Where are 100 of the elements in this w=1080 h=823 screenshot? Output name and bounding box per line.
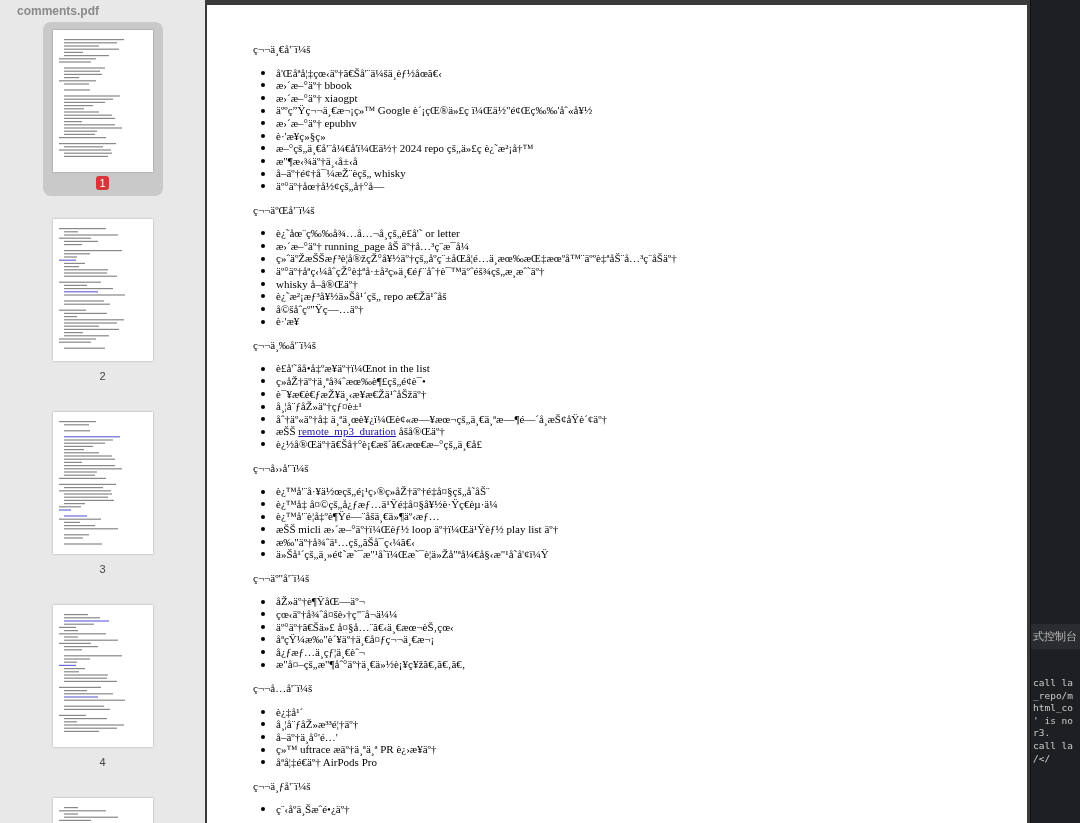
bullet-icon <box>261 171 265 176</box>
bullet-icon <box>261 552 265 557</box>
bullet-icon <box>261 307 265 311</box>
bullet-icon <box>261 256 265 261</box>
list-item: æ›´æ–°äº† bbook <box>276 79 352 92</box>
bullet-icon <box>261 599 265 604</box>
bullet-icon <box>261 121 265 126</box>
console-line: _repo/m <box>1033 689 1075 703</box>
page-thumbnail[interactable] <box>52 605 153 747</box>
list-item: è¿™å'¨å·¥ä½œçš„é¡¹ç›®ç»åŽ†äº†é‡å¤§çš„å˜åŠ¨ <box>276 485 490 498</box>
section-heading: ç¬¬äº"å'¨ï¼š <box>253 571 311 585</box>
list-item: çœ‹äº†å¾ˆå¤šè›†ç"¨å¬ä¼¼ <box>276 607 398 621</box>
page-number: 2 <box>98 369 107 383</box>
bullet-icon <box>261 637 265 642</box>
bullet-icon <box>261 366 265 371</box>
link[interactable]: remote_mp3_duration <box>298 425 397 438</box>
console-line: call la <box>1033 739 1075 753</box>
list-item: äº°äº†åœ†å½¢çš„å†°å— <box>276 179 385 193</box>
bullet-icon <box>261 489 265 494</box>
list-item: whisky å–å®Œäº† <box>276 277 358 290</box>
bullet-icon <box>261 442 265 447</box>
page-thumbnail[interactable] <box>52 412 153 554</box>
list-item: æ"¶æ‹¾äº†ä¸‹å±‹å <box>276 154 358 168</box>
bullet-icon <box>261 429 265 434</box>
list-item: äººç”Ÿç¬¬ä¸€æ¬¡ç»™ Google è´¡çŒ®ä»£ç ï¼Œä½"é¢Œç‰‰'åˆ«å¥½ <box>276 104 593 117</box>
section-heading: ç¬¬å…å'¨ï¼š <box>253 681 314 695</box>
list-item: æ‰"äº†å¾ˆä¹…çš„ãŠå¯ç‹¼ã€‹ <box>276 535 415 548</box>
list-item: æ–°çš„ä¸€å'¨å¼€å'ï¼Œä½† 2024 repo çš„ä»£ç è¿˜æ²¡å†™ <box>276 142 534 155</box>
list-item: æ›´æ–°äº† xiaogpt <box>276 91 358 105</box>
list-item: è¿½å®Œäº†ã€Šå†°è¡€æš´ã€‹æœ€æ–°çš„ä¸€å£ <box>276 438 482 451</box>
list-item: è¯¥æ€è€ƒæŽ¥ä¸‹æ¥æ€Žä¹ˆåŠžäº† <box>276 387 427 401</box>
bullet-icon <box>261 502 265 507</box>
list-item: åªå¦‡é€äº† AirPods Pro <box>276 755 377 769</box>
section-heading: ç¬¬ä¸€å'¨ï¼š <box>253 43 312 56</box>
bullet-icon <box>261 417 265 422</box>
bullet-icon <box>261 83 265 88</box>
list-item: æŠŠ remote_mp3_duration åšå®Œäº† <box>276 425 445 439</box>
list-item: è·'æ¥ç»§ç» <box>276 129 326 143</box>
bullet-icon <box>261 624 265 629</box>
list-item: æ"å¤–çš„æ"¶åˆ°äº†ä¸€ä»½è¡¥ç¥žã€‚ã€‚ã€‚ <box>276 658 466 671</box>
list-item: å¸¦å¨ƒåŽ»æ³³é¦†äº† <box>276 718 359 731</box>
page-thumbnail[interactable] <box>52 219 153 361</box>
list-item: è¿˜æ²¡æƒ³å¥½ä»Šå¹´çš„ repo æ€Žä¹ˆåš <box>276 290 447 303</box>
bullet-icon <box>261 379 265 384</box>
console-line: html_co <box>1033 702 1075 715</box>
list-item: è¿˜åœ¨ç‰‰å¾…å…¬å¸çš„è£å'˜ or letter <box>276 227 460 240</box>
bullet-icon <box>261 244 265 248</box>
bullet-icon <box>261 133 265 138</box>
console-line: r3. <box>1033 727 1052 740</box>
selected-thumbnail[interactable]: 1 <box>42 22 163 196</box>
page-thumbnail[interactable] <box>52 30 153 172</box>
section-heading: ç¬¬ä¸‰å'¨ï¼š <box>253 338 317 352</box>
bullet-icon <box>261 722 265 727</box>
list-item: å–äº†é¢†å¯¼æŽ¨èçš„ whisky <box>276 167 406 180</box>
bullet-icon <box>261 709 265 714</box>
bullet-icon <box>261 281 265 286</box>
list-item: ç»ˆäºŽæŠŠæƒ³è¦å®žçŽ°å¥½äº†çš„åºç¨±åŒå¦é…ä¸æœ‰æŒ‡æœºå™¨äººè‡ªåŠ¨å…³ç¨åŠäº† <box>276 252 677 265</box>
bullet-icon <box>261 159 265 164</box>
bullet-icon <box>261 650 265 655</box>
bullet-icon <box>261 96 265 101</box>
list-item: æ›´æ–°äº† epubhv <box>276 116 357 130</box>
bullet-icon <box>261 319 265 324</box>
list-item: è¿™å'¨è¦å‡ºè¶Ÿé—¨åšä¸€ä»¶äº‹æƒ… <box>276 510 440 523</box>
bullet-icon <box>261 231 265 236</box>
list-item: è£å'˜åå•å‡ºæ¥äº†ï¼Œnot in the list <box>276 362 430 376</box>
list-item: è¿‡å¹´ <box>276 705 304 718</box>
list-item: å¸¦å¨ƒåŽ»äº†çƒ¤è±¹ <box>276 400 362 413</box>
list-item: æŠŠ micli æ›´æ–°äº†ï¼Œèƒ½ loop äº†ï¼Œä¹Ÿèƒ½ play list äº† <box>276 523 559 536</box>
list-item: æ›´æ–°äº† running_page åŠ äº†å…³ç¨æ¯å¼ <box>276 239 469 253</box>
console-line: call la <box>1033 677 1075 690</box>
list-item: ç¨‹åºä¸Šæˆé•¿äº† <box>276 803 350 816</box>
list-item: å¿ƒæƒ…ä¸çƒ¦ä¸€èˆ¬ <box>276 645 366 659</box>
bullet-icon <box>261 662 265 667</box>
list-item: å'Œåªå¦‡çœ‹äº†ã€Šå'¨ä¼šä¸èƒ½åœã€‹ <box>276 66 442 80</box>
bullet-icon <box>261 760 265 765</box>
bullet-icon <box>261 184 265 189</box>
section-heading: ç¬¬å››å'¨ï¼š <box>253 461 310 475</box>
bullet-icon <box>261 612 265 617</box>
bullet-icon <box>261 391 265 396</box>
page-number: 4 <box>98 755 107 769</box>
panel-tab[interactable]: 式控制台 <box>1031 624 1080 649</box>
bullet-icon <box>261 269 265 274</box>
list-item: åªçŸ¼æ‰"è´¥äº†ä¸€å¤ƒç¬¬ä¸€æ¬¡ <box>276 633 435 646</box>
list-item: åŽ»äº†è¶ŸåŒ—äº¬ <box>276 595 365 608</box>
bullet-icon <box>261 747 265 752</box>
document-title: comments.pdf <box>16 3 99 18</box>
bullet-icon <box>261 807 265 812</box>
list-item: äº°äº†ã€Šä»£ å¤§å…¨ã€‹ä¸€æœ¬èŠ‚çœ‹ <box>276 620 454 634</box>
bullet-icon <box>261 146 265 151</box>
list-item: è·'æ¥ <box>276 315 300 328</box>
list-item: ç»™ uftrace æäº†ä¸ªä¸ª PR è¿›æ¥äº† <box>276 743 437 756</box>
bullet-icon <box>261 514 265 519</box>
list-item: å–äº†ä¸å°'é…' <box>276 730 338 744</box>
bullet-icon <box>261 70 265 75</box>
bullet-icon <box>261 108 265 113</box>
bullet-icon <box>261 527 265 532</box>
bullet-icon <box>261 294 265 299</box>
page-number-badge: 1 <box>96 176 109 190</box>
list-item: å©šåˆçº"Ÿç—…äº† <box>276 302 364 316</box>
console-line: /</ <box>1033 752 1052 766</box>
